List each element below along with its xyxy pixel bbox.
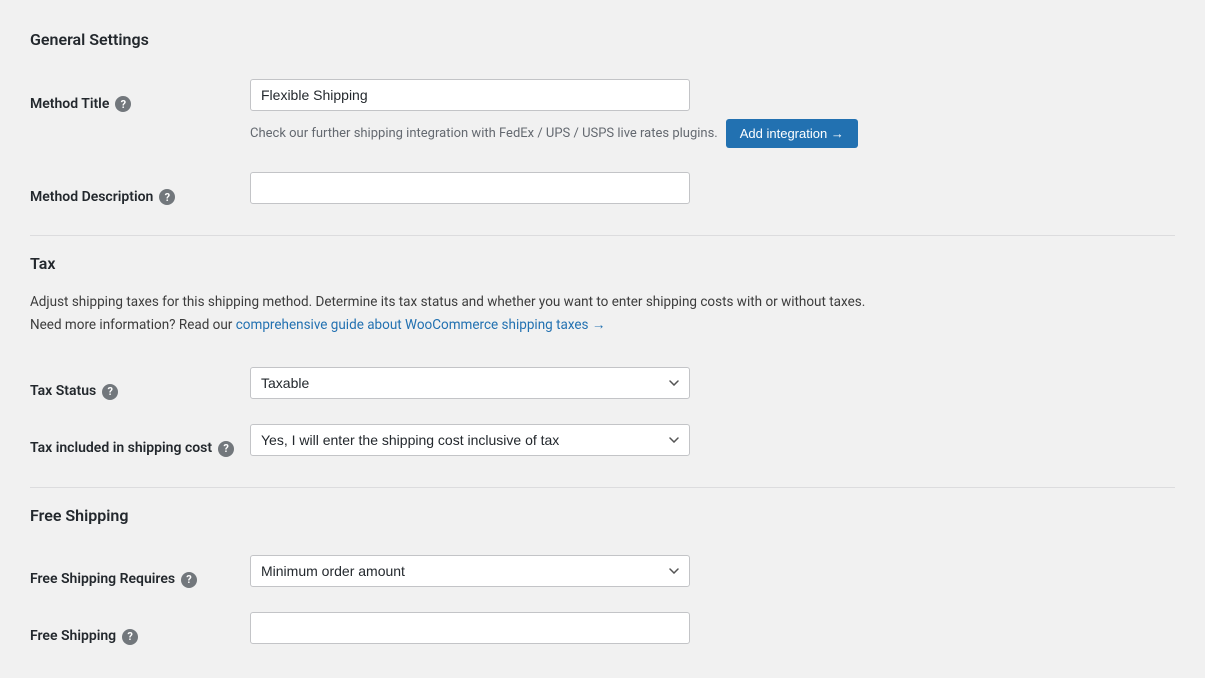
section-divider-2: [30, 487, 1175, 488]
integration-text: Check our further shipping integration w…: [250, 126, 718, 141]
section-divider-1: [30, 235, 1175, 236]
tax-section: Tax Adjust shipping taxes for this shipp…: [30, 254, 1175, 469]
tax-included-field-cell: Yes, I will enter the shipping cost incl…: [250, 412, 1175, 469]
method-description-field-cell: [250, 160, 1175, 217]
tax-included-select[interactable]: Yes, I will enter the shipping cost incl…: [250, 424, 690, 456]
free-shipping-requires-label-wrap: Free Shipping Requires ?: [30, 557, 240, 588]
tax-settings-table: Tax Status ? Taxable None: [30, 355, 1175, 469]
method-title-input[interactable]: [250, 79, 690, 111]
method-title-help-icon[interactable]: ?: [115, 96, 131, 112]
method-title-field-cell: Check our further shipping integration w…: [250, 67, 1175, 160]
page-container: General Settings Method Title ? Check ou…: [0, 0, 1205, 678]
tax-guide-link[interactable]: comprehensive guide about WooCommerce sh…: [236, 317, 606, 333]
tax-desc-line2: Need more information? Read our: [30, 317, 232, 333]
tax-status-label-wrap: Tax Status ?: [30, 369, 240, 400]
tax-status-select[interactable]: Taxable None: [250, 367, 690, 399]
free-shipping-requires-row: Free Shipping Requires ? N/A A valid fre…: [30, 543, 1175, 600]
free-shipping-requires-help-icon[interactable]: ?: [181, 572, 197, 588]
free-shipping-amount-row: Free Shipping ?: [30, 600, 1175, 657]
tax-status-row: Tax Status ? Taxable None: [30, 355, 1175, 412]
method-description-label-wrap: Method Description ?: [30, 174, 240, 205]
tax-included-label-wrap: Tax included in shipping cost ?: [30, 426, 240, 457]
method-description-input[interactable]: [250, 172, 690, 204]
free-shipping-section: Free Shipping Free Shipping Requires ? N…: [30, 506, 1175, 657]
free-shipping-amount-label: Free Shipping: [30, 628, 116, 644]
add-integration-button[interactable]: Add integration →: [726, 119, 858, 148]
tax-included-help-icon[interactable]: ?: [218, 441, 234, 457]
method-title-row: Method Title ? Check our further shippin…: [30, 67, 1175, 160]
tax-included-row: Tax included in shipping cost ? Yes, I w…: [30, 412, 1175, 469]
method-title-label-wrap: Method Title ?: [30, 81, 240, 112]
free-shipping-amount-field-cell: [250, 600, 1175, 657]
integration-row: Check our further shipping integration w…: [250, 119, 1165, 148]
method-description-help-icon[interactable]: ?: [159, 189, 175, 205]
tax-description: Adjust shipping taxes for this shipping …: [30, 291, 1175, 337]
tax-desc-line1: Adjust shipping taxes for this shipping …: [30, 294, 865, 310]
free-shipping-section-title: Free Shipping: [30, 506, 1175, 525]
method-title-label: Method Title: [30, 96, 109, 112]
tax-status-label: Tax Status: [30, 383, 96, 399]
free-shipping-requires-label: Free Shipping Requires: [30, 571, 175, 587]
general-settings-title: General Settings: [30, 30, 1175, 49]
tax-status-help-icon[interactable]: ?: [102, 384, 118, 400]
tax-status-field-cell: Taxable None: [250, 355, 1175, 412]
general-settings-section: General Settings Method Title ? Check ou…: [30, 30, 1175, 217]
free-shipping-table: Free Shipping Requires ? N/A A valid fre…: [30, 543, 1175, 657]
free-shipping-requires-field-cell: N/A A valid free shipping coupon Minimum…: [250, 543, 1175, 600]
free-shipping-requires-select[interactable]: N/A A valid free shipping coupon Minimum…: [250, 555, 690, 587]
free-shipping-amount-label-wrap: Free Shipping ?: [30, 614, 240, 645]
method-description-row: Method Description ?: [30, 160, 1175, 217]
method-description-label: Method Description: [30, 189, 153, 205]
tax-section-title: Tax: [30, 254, 1175, 273]
general-settings-table: Method Title ? Check our further shippin…: [30, 67, 1175, 217]
free-shipping-amount-input[interactable]: [250, 612, 690, 644]
tax-included-label: Tax included in shipping cost: [30, 440, 212, 456]
free-shipping-amount-help-icon[interactable]: ?: [122, 629, 138, 645]
